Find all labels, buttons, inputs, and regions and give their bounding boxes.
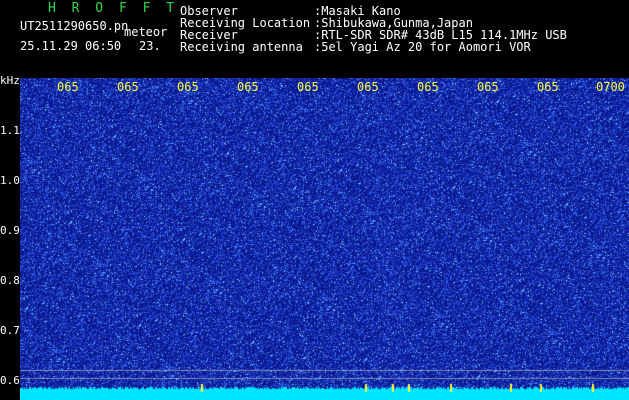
spectrogram-canvas — [20, 78, 629, 400]
x-tick-label: 0700 — [596, 80, 625, 94]
x-tick-label: 065 — [57, 80, 79, 94]
detection-tag: meteor — [124, 25, 168, 39]
y-axis-unit: kHz — [0, 74, 20, 87]
y-tick-label: 0.6 — [0, 374, 20, 387]
x-tick-label: 065 — [177, 80, 199, 94]
x-tick-label: 065 — [537, 80, 559, 94]
value-readout: 23. — [139, 39, 161, 53]
file-name: UT2511290650.pn — [20, 19, 129, 33]
x-tick-label: 065 — [477, 80, 499, 94]
x-tick-label: 065 — [357, 80, 379, 94]
y-tick-label: 0.7 — [0, 324, 20, 337]
y-tick-label: 0.8 — [0, 274, 20, 287]
antenna-value: :5el Yagi Az 20 for Aomori VOR — [314, 40, 531, 54]
header-panel: H R O F F T UT2511290650.pn meteor 25.11… — [0, 0, 629, 78]
y-tick-label: 1.1 — [0, 124, 20, 137]
x-tick-label: 065 — [117, 80, 139, 94]
spectrogram-plot — [20, 78, 629, 400]
y-tick-label: 0.9 — [0, 224, 20, 237]
app-brand: H R O F F T — [48, 1, 179, 16]
x-tick-label: 065 — [237, 80, 259, 94]
x-tick-label: 065 — [297, 80, 319, 94]
x-tick-label: 065 — [417, 80, 439, 94]
antenna-label: Receiving antenna — [180, 40, 303, 54]
y-tick-label: 1.0 — [0, 174, 20, 187]
timestamp: 25.11.29 06:50 — [20, 39, 122, 53]
